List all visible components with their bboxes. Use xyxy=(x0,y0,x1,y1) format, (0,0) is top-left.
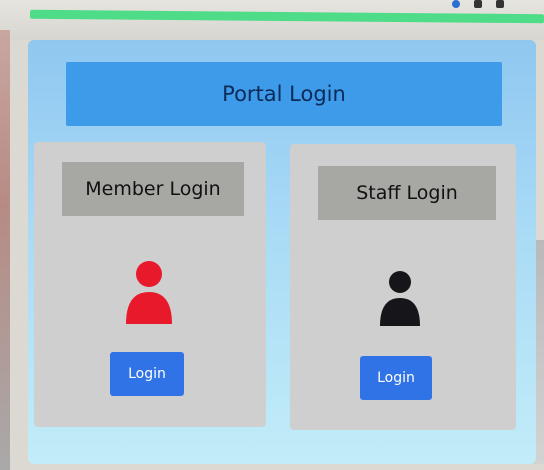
user-icon xyxy=(124,260,174,330)
staff-login-card: Staff Login Login xyxy=(290,144,516,430)
portal-login-header: Portal Login xyxy=(66,62,502,126)
staff-login-button[interactable]: Login xyxy=(360,356,432,400)
menu-icon[interactable] xyxy=(496,0,504,8)
member-login-button[interactable]: Login xyxy=(110,352,184,396)
browser-top-strip xyxy=(0,0,544,40)
user-icon xyxy=(378,270,422,332)
staff-login-title-text: Staff Login xyxy=(356,182,458,204)
member-login-title: Member Login xyxy=(62,162,244,216)
loading-progress-bar xyxy=(29,9,544,24)
member-login-card: Member Login Login xyxy=(34,142,266,427)
bookmark-icon[interactable] xyxy=(474,0,482,8)
window-edge-left xyxy=(0,30,10,470)
staff-login-title: Staff Login xyxy=(318,166,496,220)
member-login-title-text: Member Login xyxy=(85,178,221,200)
toolbar-icons xyxy=(452,0,504,10)
page-title: Portal Login xyxy=(222,82,346,106)
extension-icon[interactable] xyxy=(452,0,460,8)
